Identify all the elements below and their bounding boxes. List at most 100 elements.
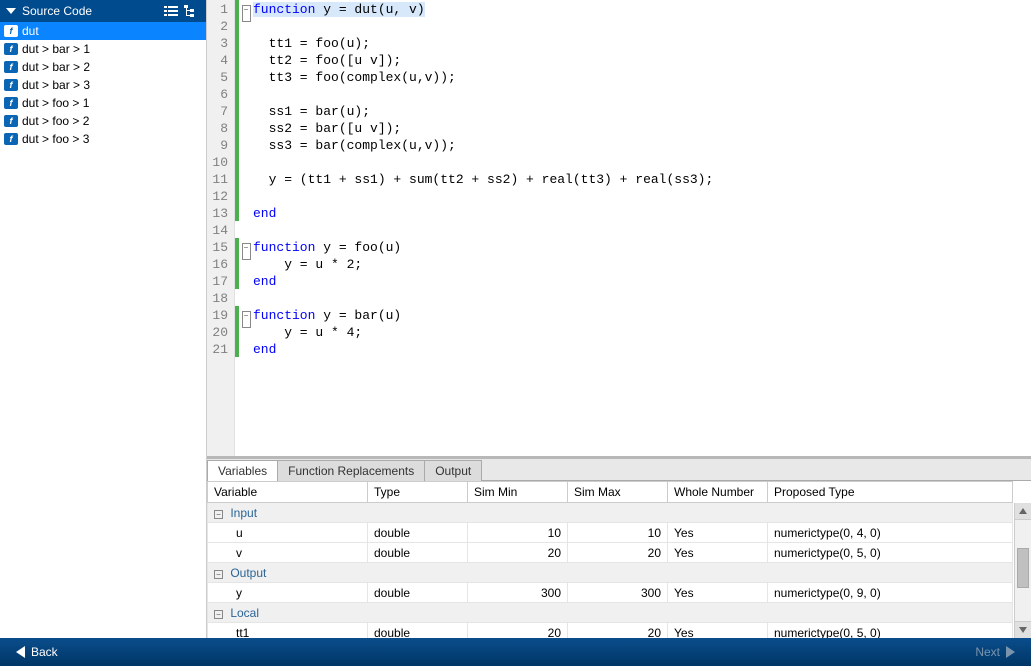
group-row[interactable]: − Local <box>208 603 1013 623</box>
cell-max: 300 <box>568 583 668 603</box>
next-label: Next <box>975 645 1000 659</box>
table-row[interactable]: tt1double2020Yesnumerictype(0, 5, 0) <box>208 623 1013 639</box>
function-icon <box>4 61 18 73</box>
tab[interactable]: Variables <box>207 460 278 481</box>
tree-item[interactable]: dut > bar > 1 <box>0 40 206 58</box>
fold-toggle-icon[interactable]: − <box>242 243 251 260</box>
tree-item-label: dut > bar > 3 <box>22 78 90 92</box>
cell-var: u <box>208 523 368 543</box>
list-view-icon[interactable] <box>162 3 180 19</box>
group-collapse-icon[interactable]: − <box>214 610 223 619</box>
function-icon <box>4 25 18 37</box>
column-header[interactable]: Whole Number <box>668 482 768 503</box>
code-line[interactable]: y = u * 2; <box>253 257 1031 274</box>
code-line[interactable]: function y = bar(u) <box>253 308 1031 325</box>
table-row[interactable]: vdouble2020Yesnumerictype(0, 5, 0) <box>208 543 1013 563</box>
cell-whole: Yes <box>668 523 768 543</box>
tree-item[interactable]: dut > foo > 1 <box>0 94 206 112</box>
tree-view-icon[interactable] <box>182 3 200 19</box>
cell-whole: Yes <box>668 623 768 639</box>
code-line[interactable]: end <box>253 342 1031 359</box>
fold-toggle-icon[interactable]: − <box>242 311 251 328</box>
code-line[interactable]: end <box>253 274 1031 291</box>
tree-item[interactable]: dut <box>0 22 206 40</box>
code-line[interactable]: ss1 = bar(u); <box>253 104 1031 121</box>
group-collapse-icon[interactable]: − <box>214 570 223 579</box>
tree-item[interactable]: dut > foo > 3 <box>0 130 206 148</box>
tree-item-label: dut > bar > 1 <box>22 42 90 56</box>
cell-prop: numerictype(0, 9, 0) <box>768 583 1013 603</box>
tree-item[interactable]: dut > foo > 2 <box>0 112 206 130</box>
cell-min: 20 <box>468 623 568 639</box>
tree-item[interactable]: dut > bar > 3 <box>0 76 206 94</box>
sidebar: Source Code dut dut > bar > 1 dut > bar > … <box>0 0 207 638</box>
code-line[interactable]: end <box>253 206 1031 223</box>
code-line[interactable]: tt1 = foo(u); <box>253 36 1031 53</box>
cell-whole: Yes <box>668 543 768 563</box>
collapse-triangle-icon[interactable] <box>6 8 16 14</box>
cell-max: 20 <box>568 543 668 563</box>
tree-item-label: dut > bar > 2 <box>22 60 90 74</box>
next-button[interactable]: Next <box>969 643 1021 661</box>
footer-bar: Back Next <box>0 638 1031 666</box>
code-line[interactable]: ss2 = bar([u v]); <box>253 121 1031 138</box>
cell-max: 10 <box>568 523 668 543</box>
code-line[interactable] <box>253 189 1031 206</box>
code-line[interactable]: y = u * 4; <box>253 325 1031 342</box>
variables-table: VariableTypeSim MinSim MaxWhole NumberPr… <box>207 481 1013 638</box>
back-label: Back <box>31 645 58 659</box>
code-line[interactable]: tt2 = foo([u v]); <box>253 53 1031 70</box>
column-header[interactable]: Proposed Type <box>768 482 1013 503</box>
code-editor[interactable]: 123456789101112131415161718192021 − − − fu… <box>207 0 1031 456</box>
group-label: Output <box>227 566 266 580</box>
sidebar-header: Source Code <box>0 0 206 22</box>
code-line[interactable] <box>253 87 1031 104</box>
fold-toggle-icon[interactable]: − <box>242 5 251 22</box>
function-icon <box>4 133 18 145</box>
function-icon <box>4 79 18 91</box>
group-collapse-icon[interactable]: − <box>214 510 223 519</box>
cell-prop: numerictype(0, 5, 0) <box>768 623 1013 639</box>
code-line[interactable]: ss3 = bar(complex(u,v)); <box>253 138 1031 155</box>
cell-var: y <box>208 583 368 603</box>
cell-min: 300 <box>468 583 568 603</box>
back-button[interactable]: Back <box>10 643 64 661</box>
function-icon <box>4 43 18 55</box>
code-line[interactable] <box>253 291 1031 308</box>
tab[interactable]: Output <box>424 460 482 481</box>
line-number-gutter: 123456789101112131415161718192021 <box>207 0 235 456</box>
scroll-down-icon[interactable] <box>1015 621 1031 638</box>
table-body: − Inputudouble1010Yesnumerictype(0, 4, 0… <box>208 503 1013 639</box>
code-line[interactable]: y = (tt1 + ss1) + sum(tt2 + ss2) + real(… <box>253 172 1031 189</box>
cell-whole: Yes <box>668 583 768 603</box>
column-header[interactable]: Sim Min <box>468 482 568 503</box>
group-row[interactable]: − Input <box>208 503 1013 523</box>
sidebar-title: Source Code <box>22 4 160 18</box>
vertical-scrollbar[interactable] <box>1014 503 1031 638</box>
table-row[interactable]: udouble1010Yesnumerictype(0, 4, 0) <box>208 523 1013 543</box>
code-line[interactable] <box>253 19 1031 36</box>
code-line[interactable]: function y = dut(u, v) <box>253 2 1031 19</box>
group-label: Input <box>227 506 257 520</box>
code-text-area[interactable]: function y = dut(u, v) tt1 = foo(u); tt2… <box>253 0 1031 456</box>
column-header[interactable]: Type <box>368 482 468 503</box>
code-line[interactable]: function y = foo(u) <box>253 240 1031 257</box>
scroll-up-icon[interactable] <box>1015 503 1031 520</box>
sidebar-list: dut dut > bar > 1 dut > bar > 2 dut > bar >… <box>0 22 206 638</box>
table-header-row: VariableTypeSim MinSim MaxWhole NumberPr… <box>208 482 1013 503</box>
tab[interactable]: Function Replacements <box>277 460 425 481</box>
cell-type: double <box>368 583 468 603</box>
code-line[interactable] <box>253 155 1031 172</box>
group-label: Local <box>227 606 259 620</box>
tree-item[interactable]: dut > bar > 2 <box>0 58 206 76</box>
cell-type: double <box>368 623 468 639</box>
group-row[interactable]: − Output <box>208 563 1013 583</box>
cell-prop: numerictype(0, 5, 0) <box>768 543 1013 563</box>
bottom-tabs: VariablesFunction ReplacementsOutput <box>207 459 1031 481</box>
table-row[interactable]: ydouble300300Yesnumerictype(0, 9, 0) <box>208 583 1013 603</box>
code-line[interactable] <box>253 223 1031 240</box>
scroll-thumb[interactable] <box>1017 548 1029 588</box>
column-header[interactable]: Sim Max <box>568 482 668 503</box>
code-line[interactable]: tt3 = foo(complex(u,v)); <box>253 70 1031 87</box>
column-header[interactable]: Variable <box>208 482 368 503</box>
